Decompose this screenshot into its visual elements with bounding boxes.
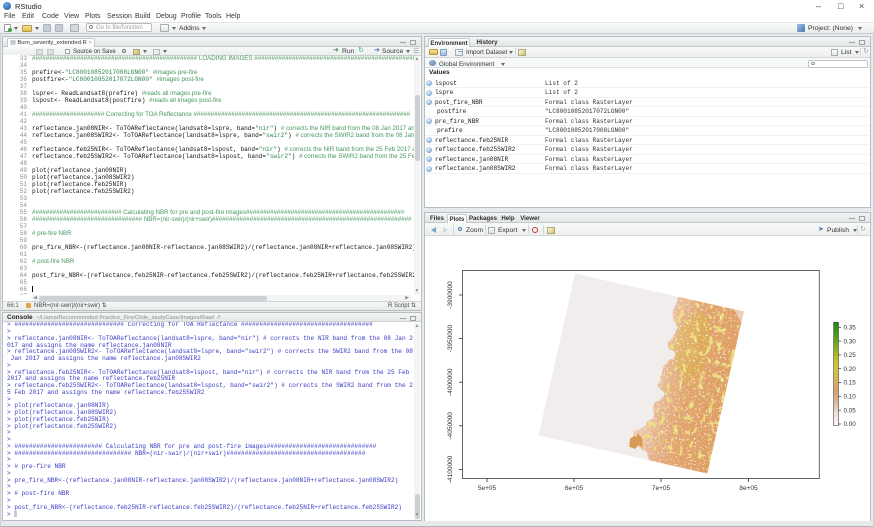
svg-text:0.05: 0.05 xyxy=(844,407,857,414)
svg-text:0.00: 0.00 xyxy=(844,421,857,428)
svg-text:7e+05: 7e+05 xyxy=(652,485,671,492)
svg-text:0.15: 0.15 xyxy=(844,380,857,387)
svg-text:6e+05: 6e+05 xyxy=(565,485,584,492)
svg-text:0.20: 0.20 xyxy=(844,366,857,373)
svg-text:-4100000: -4100000 xyxy=(447,455,454,483)
svg-text:0.30: 0.30 xyxy=(844,338,857,345)
svg-text:-3900000: -3900000 xyxy=(447,281,454,309)
svg-text:5e+05: 5e+05 xyxy=(478,485,497,492)
svg-text:0.10: 0.10 xyxy=(844,394,857,401)
svg-text:-4000000: -4000000 xyxy=(447,368,454,396)
svg-text:0.25: 0.25 xyxy=(844,352,857,359)
svg-text:-4050000: -4050000 xyxy=(447,412,454,440)
svg-text:0.35: 0.35 xyxy=(844,325,857,332)
svg-text:8e+05: 8e+05 xyxy=(739,485,758,492)
svg-text:-3950000: -3950000 xyxy=(447,324,454,352)
